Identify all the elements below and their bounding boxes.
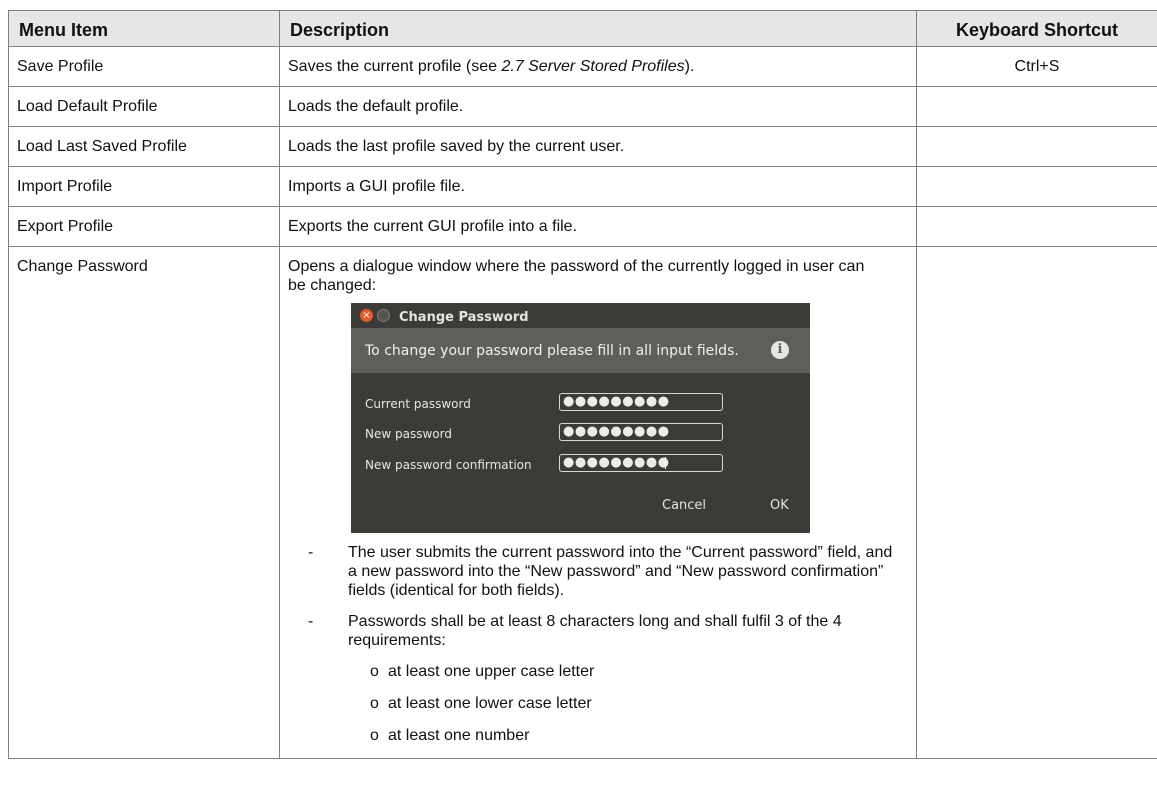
circle-bullet: o (370, 695, 379, 712)
new-password-confirmation-field[interactable]: ●●●●●●●●● (559, 454, 723, 472)
list-item: o at least one number (288, 726, 908, 746)
requirement-text: at least one number (388, 727, 530, 744)
description-cell: Saves the current profile (see 2.7 Serve… (279, 46, 917, 87)
description-text: ). (684, 58, 695, 75)
menu-item-cell: Save Profile (8, 46, 280, 87)
description-cell: Opens a dialogue window where the passwo… (279, 246, 917, 759)
table-row: Load Last Saved Profile Loads the last p… (8, 126, 1157, 167)
dialog-title: Change Password (399, 310, 529, 325)
menu-table: Menu Item Description Keyboard Shortcut … (8, 10, 1157, 759)
info-text: To change your password please fill in a… (365, 343, 739, 359)
header-shortcut: Keyboard Shortcut (916, 10, 1157, 47)
list-item: o at least one lower case letter (288, 694, 908, 714)
menu-item-cell: Export Profile (8, 206, 280, 247)
shortcut-cell (916, 166, 1157, 207)
table-row: Save Profile Saves the current profile (… (8, 46, 1157, 87)
table-row: Export Profile Exports the current GUI p… (8, 206, 1157, 247)
info-icon: i (771, 341, 789, 359)
table-row: Change Password Opens a dialogue window … (8, 246, 1157, 759)
header-menu-item: Menu Item (8, 10, 280, 47)
dash-bullet: - (308, 544, 314, 561)
bullet-text: Passwords shall be at least 8 characters… (348, 613, 842, 649)
dash-bullet: - (308, 613, 314, 630)
new-password-confirmation-label: New password confirmation (365, 458, 532, 472)
shortcut-cell (916, 246, 1157, 759)
circle-bullet: o (370, 727, 379, 744)
circle-bullet: o (370, 663, 379, 680)
description-text: Saves the current profile (see (288, 58, 502, 75)
new-password-field[interactable]: ●●●●●●●●● (559, 423, 723, 441)
table-row: Load Default Profile Loads the default p… (8, 86, 1157, 127)
password-rules-list: o at least one upper case letter o at leas… (288, 662, 908, 746)
new-password-label: New password (365, 427, 452, 441)
document-page: Menu Item Description Keyboard Shortcut … (8, 10, 1157, 759)
text-caret (665, 457, 666, 469)
list-item: - The user submits the current password i… (288, 543, 898, 600)
description-cell: Exports the current GUI profile into a f… (279, 206, 917, 247)
current-password-field[interactable]: ●●●●●●●●● (559, 393, 723, 411)
description-cell: Loads the default profile. (279, 86, 917, 127)
description-text: Opens a dialogue window where the passwo… (288, 258, 865, 294)
shortcut-cell (916, 126, 1157, 167)
change-password-dialog: × Change Password To change your passwor… (351, 303, 810, 533)
shortcut-cell (916, 206, 1157, 247)
current-password-label: Current password (365, 397, 471, 411)
description-cell: Loads the last profile saved by the curr… (279, 126, 917, 167)
minimize-icon[interactable] (377, 309, 390, 322)
ok-button[interactable]: OK (770, 496, 789, 516)
dialog-info-banner: To change your password please fill in a… (351, 328, 810, 373)
dialog-titlebar: × Change Password (351, 303, 810, 328)
requirement-text: at least one upper case letter (388, 663, 595, 680)
description-cell: Imports a GUI profile file. (279, 166, 917, 207)
shortcut-cell (916, 86, 1157, 127)
list-item: - Passwords shall be at least 8 character… (288, 612, 898, 650)
menu-item-cell: Import Profile (8, 166, 280, 207)
requirements-list: - The user submits the current password i… (288, 543, 908, 650)
cancel-button[interactable]: Cancel (662, 496, 706, 516)
menu-item-cell: Load Default Profile (8, 86, 280, 127)
menu-item-cell: Load Last Saved Profile (8, 126, 280, 167)
menu-item-cell: Change Password (8, 246, 280, 759)
close-icon[interactable]: × (360, 309, 373, 322)
new-password-confirmation-value: ●●●●●●●●● (563, 455, 670, 470)
table-header-row: Menu Item Description Keyboard Shortcut (8, 10, 1157, 47)
table-row: Import Profile Imports a GUI profile fil… (8, 166, 1157, 207)
header-description: Description (279, 10, 917, 47)
new-password-value: ●●●●●●●●● (563, 424, 670, 439)
current-password-value: ●●●●●●●●● (563, 394, 670, 409)
requirement-text: at least one lower case letter (388, 695, 592, 712)
bullet-text: The user submits the current password in… (348, 544, 893, 599)
list-item: o at least one upper case letter (288, 662, 908, 682)
section-reference: 2.7 Server Stored Profiles (501, 58, 685, 75)
shortcut-cell: Ctrl+S (916, 46, 1157, 87)
